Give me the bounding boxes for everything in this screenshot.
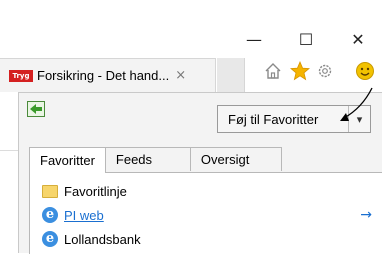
close-icon: ✕ bbox=[351, 29, 365, 49]
maximize-icon: ☐ bbox=[298, 29, 314, 49]
item-label: Lollandsbank bbox=[64, 231, 141, 247]
add-to-favorites-dropdown[interactable]: ▾ bbox=[348, 106, 370, 132]
list-item[interactable]: Favoritlinje bbox=[30, 179, 382, 203]
close-window-button[interactable]: ✕ bbox=[336, 26, 380, 52]
tab-title: Forsikring - Det hand... bbox=[37, 68, 170, 83]
star-icon[interactable] bbox=[289, 60, 311, 82]
pin-to-left-icon[interactable] bbox=[27, 101, 45, 117]
favorites-list: Favoritlinje e PI web → e Lollandsbank bbox=[29, 172, 382, 254]
item-label[interactable]: PI web bbox=[64, 208, 104, 223]
ie-page-icon: e bbox=[42, 207, 58, 223]
tab-oversigt[interactable]: Oversigt bbox=[189, 147, 282, 171]
favorites-tabs: Favoritter Feeds Oversigt bbox=[29, 147, 282, 173]
ie-page-icon: e bbox=[42, 231, 58, 247]
tab-feeds[interactable]: Feeds bbox=[104, 147, 191, 171]
tab-favoritter[interactable]: Favoritter bbox=[29, 147, 106, 173]
go-arrow-icon[interactable]: → bbox=[360, 207, 372, 223]
content-divider bbox=[0, 150, 18, 151]
maximize-button[interactable]: ☐ bbox=[284, 26, 328, 52]
tryg-logo: Tryg bbox=[9, 69, 33, 82]
smiley-icon[interactable] bbox=[354, 60, 376, 82]
minimize-button[interactable]: — bbox=[232, 26, 276, 52]
list-item[interactable]: e Lollandsbank bbox=[30, 227, 382, 251]
item-label: Favoritlinje bbox=[64, 183, 127, 199]
browser-tab[interactable]: Tryg Forsikring - Det hand... × bbox=[0, 58, 216, 92]
add-to-favorites-button[interactable]: Føj til Favoritter ▾ bbox=[217, 105, 371, 133]
list-item[interactable]: e PI web → bbox=[30, 203, 382, 227]
add-to-favorites-label: Føj til Favoritter bbox=[228, 111, 319, 127]
tab-close-button[interactable]: × bbox=[175, 68, 186, 83]
new-tab-button[interactable] bbox=[217, 58, 245, 92]
gear-icon[interactable] bbox=[314, 60, 336, 82]
home-icon[interactable] bbox=[262, 60, 284, 82]
folder-icon bbox=[42, 183, 58, 199]
minimize-icon: — bbox=[246, 29, 262, 49]
favorites-center: Føj til Favoritter ▾ Favoritter Feeds Ov… bbox=[18, 92, 382, 254]
window-controls: — ☐ ✕ bbox=[232, 26, 382, 52]
